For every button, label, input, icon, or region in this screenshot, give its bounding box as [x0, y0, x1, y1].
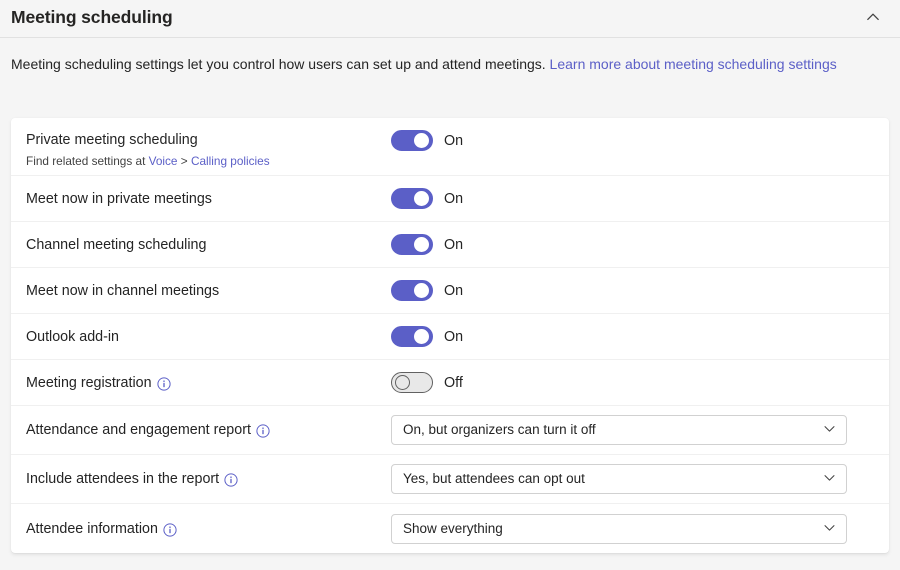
setting-sublabel: Find related settings at Voice > Calling…	[26, 153, 391, 170]
toggle-knob	[395, 375, 410, 390]
setting-label: Attendance and engagement report	[26, 420, 391, 440]
chevron-down-icon	[822, 470, 837, 488]
breadcrumb-separator: >	[177, 154, 191, 168]
calling-policies-link[interactable]: Calling policies	[191, 154, 270, 168]
chevron-down-icon	[822, 421, 837, 439]
info-icon[interactable]	[163, 522, 177, 537]
setting-row: Outlook add-in On	[11, 314, 889, 360]
setting-sublabel-text: Find related settings at	[26, 154, 149, 168]
setting-label: Channel meeting scheduling	[26, 236, 207, 253]
info-icon[interactable]	[156, 376, 171, 391]
toggle-meet-now-in-channel-meetings[interactable]	[391, 280, 433, 301]
chevron-down-icon	[822, 520, 837, 538]
toggle-group: On	[391, 188, 463, 209]
toggle-group: On	[391, 280, 463, 301]
learn-more-link[interactable]: Learn more about meeting scheduling sett…	[550, 56, 837, 72]
dropdown-include-attendees-in-the-report[interactable]: Yes, but attendees can opt out	[391, 464, 847, 494]
toggle-group: On	[391, 326, 463, 347]
setting-row: Channel meeting scheduling On	[11, 222, 889, 268]
setting-row: Meeting registration Off	[11, 360, 889, 406]
setting-row: Attendee information Show everything	[11, 504, 889, 553]
toggle-state-label: On	[444, 132, 464, 149]
dropdown-value: On, but organizers can turn it off	[403, 422, 596, 437]
toggle-group: On	[391, 234, 463, 255]
page-title: Meeting scheduling	[11, 7, 173, 28]
setting-label: Include attendees in the report	[26, 469, 391, 489]
toggle-group: On	[391, 130, 463, 151]
toggle-private-meeting-scheduling[interactable]	[391, 130, 433, 151]
toggle-group: Off	[391, 372, 463, 393]
dropdown-attendee-information[interactable]: Show everything	[391, 513, 847, 544]
toggle-meet-now-in-private-meetings[interactable]	[391, 188, 433, 209]
dropdown-value: Show everything	[403, 520, 503, 536]
setting-label-text: Meeting registration	[26, 374, 152, 391]
setting-label-text: Attendee information	[26, 520, 158, 537]
toggle-state-label: On	[444, 190, 464, 207]
info-icon[interactable]	[224, 473, 238, 487]
toggle-knob	[414, 283, 429, 298]
setting-row: Private meeting scheduling Find related …	[11, 118, 889, 176]
toggle-knob	[414, 133, 429, 148]
toggle-meeting-registration[interactable]	[391, 372, 433, 393]
toggle-knob	[414, 191, 429, 206]
setting-label: Attendee information	[26, 519, 391, 539]
voice-link[interactable]: Voice	[149, 154, 178, 168]
setting-row: Include attendees in the report Yes, but…	[11, 455, 889, 504]
setting-row: Attendance and engagement report On, but…	[11, 406, 889, 455]
dropdown-value: Yes, but attendees can opt out	[403, 471, 585, 486]
toggle-state-label: On	[444, 328, 464, 345]
toggle-knob	[414, 329, 429, 344]
setting-row: Meet now in private meetings On	[11, 176, 889, 222]
chevron-up-icon	[865, 9, 881, 28]
setting-label: Outlook add-in	[26, 328, 119, 345]
section-header: Meeting scheduling	[0, 0, 900, 38]
section-description-text: Meeting scheduling settings let you cont…	[11, 56, 550, 72]
setting-label: Meet now in private meetings	[26, 190, 212, 207]
collapse-section-button[interactable]	[858, 4, 888, 34]
section-description: Meeting scheduling settings let you cont…	[0, 38, 860, 89]
toggle-channel-meeting-scheduling[interactable]	[391, 234, 433, 255]
toggle-state-label: On	[444, 282, 464, 299]
settings-card: Private meeting scheduling Find related …	[11, 118, 889, 553]
setting-label: Meeting registration	[26, 373, 391, 393]
toggle-state-label: Off	[444, 374, 463, 391]
setting-label: Meet now in channel meetings	[26, 282, 220, 299]
setting-label-text: Include attendees in the report	[26, 471, 220, 487]
toggle-state-label: On	[444, 236, 464, 253]
toggle-outlook-add-in[interactable]	[391, 326, 433, 347]
setting-label-text: Attendance and engagement report	[26, 422, 251, 438]
dropdown-attendance-and-engagement-report[interactable]: On, but organizers can turn it off	[391, 415, 847, 445]
setting-label: Private meeting scheduling	[26, 132, 198, 148]
toggle-knob	[414, 237, 429, 252]
setting-row: Meet now in channel meetings On	[11, 268, 889, 314]
info-icon[interactable]	[256, 424, 270, 438]
